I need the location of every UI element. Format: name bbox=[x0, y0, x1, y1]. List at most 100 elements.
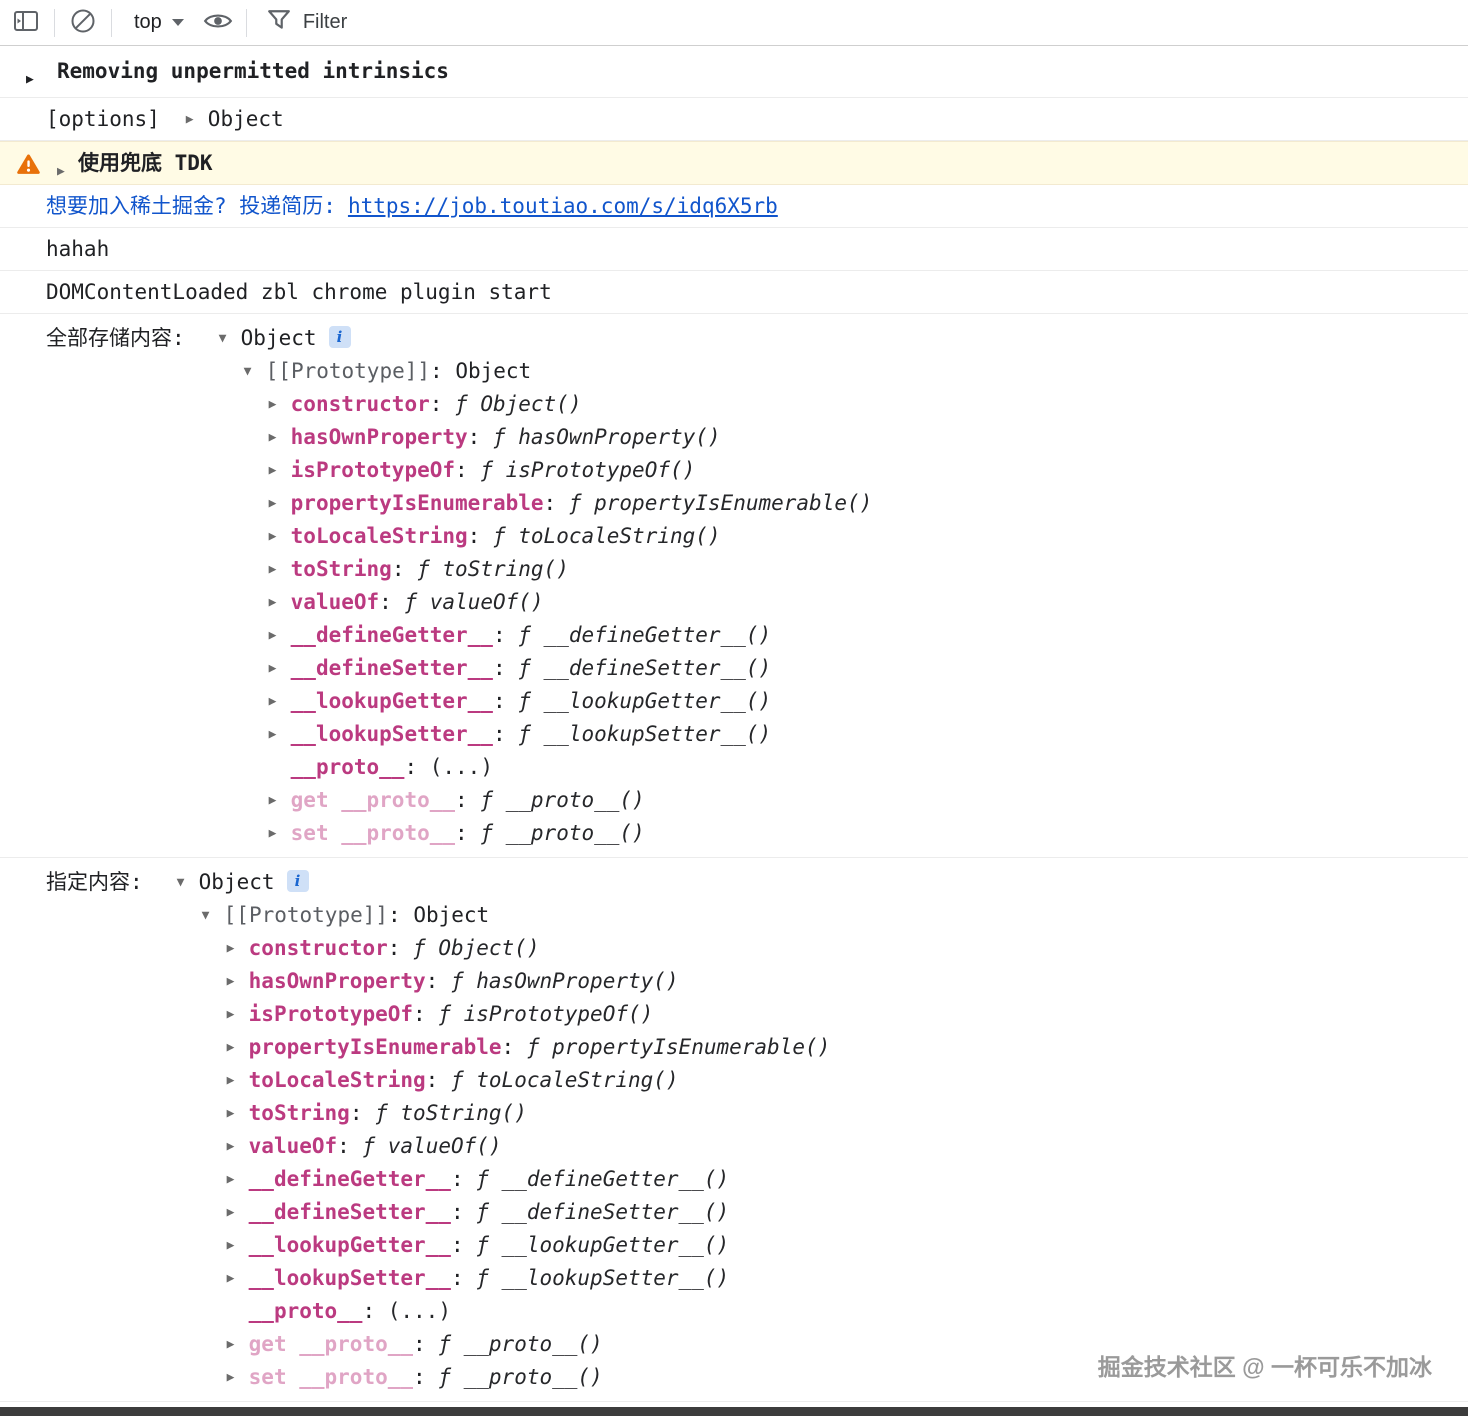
function-symbol: ƒ bbox=[404, 590, 429, 614]
object-property-row[interactable]: isPrototypeOf: ƒ isPrototypeOf() bbox=[227, 998, 831, 1031]
object-property-row[interactable]: toLocaleString: ƒ toLocaleString() bbox=[227, 1064, 831, 1097]
expand-arrow-icon[interactable] bbox=[227, 1197, 249, 1229]
function-symbol: ƒ bbox=[527, 1035, 552, 1059]
console-sidebar-toggle-button[interactable] bbox=[6, 4, 46, 42]
expand-arrow-icon[interactable] bbox=[269, 521, 291, 553]
object-property-row[interactable]: isPrototypeOf: ƒ isPrototypeOf() bbox=[269, 454, 873, 487]
object-property-row[interactable]: __proto__: ƒ (...) bbox=[227, 1295, 831, 1328]
toolbar-divider bbox=[54, 9, 55, 37]
object-property-row[interactable]: constructor: ƒ Object() bbox=[269, 388, 873, 421]
toolbar-divider bbox=[246, 9, 247, 37]
prototype-row[interactable]: [[Prototype]]: Object bbox=[244, 355, 873, 388]
expand-arrow-icon[interactable] bbox=[227, 1032, 249, 1064]
toolbar-divider bbox=[111, 9, 112, 37]
info-icon[interactable] bbox=[287, 870, 309, 892]
console-toolbar: top bbox=[0, 0, 1468, 46]
expand-arrow-icon[interactable] bbox=[227, 1098, 249, 1130]
function-symbol: ƒ bbox=[518, 656, 543, 680]
object-property-row[interactable]: set __proto__: ƒ __proto__() bbox=[227, 1361, 831, 1394]
console-message-storage-all: 全部存储内容: Object [[Prototype]]: Object con… bbox=[0, 314, 1468, 858]
console-message-log: hahah bbox=[0, 228, 1468, 271]
object-property-row[interactable]: __lookupGetter__: ƒ __lookupGetter__() bbox=[227, 1229, 831, 1262]
expand-arrow-icon[interactable] bbox=[227, 1131, 249, 1163]
console-warning-message[interactable]: 使用兜底 TDK bbox=[0, 141, 1468, 185]
function-symbol: ƒ bbox=[413, 936, 438, 960]
expand-arrow-icon[interactable] bbox=[269, 488, 291, 520]
log-text: DOMContentLoaded zbl chrome plugin start bbox=[46, 280, 552, 304]
function-symbol: ƒ bbox=[476, 1266, 501, 1290]
expand-arrow-icon[interactable] bbox=[227, 1230, 249, 1262]
object-property-row[interactable]: constructor: ƒ Object() bbox=[227, 932, 831, 965]
object-property-row[interactable]: set __proto__: ƒ __proto__() bbox=[269, 817, 873, 850]
collapse-arrow-icon[interactable] bbox=[202, 900, 224, 932]
info-icon[interactable] bbox=[329, 326, 351, 348]
object-property-row[interactable]: __proto__: ƒ (...) bbox=[269, 751, 873, 784]
expand-arrow-icon[interactable] bbox=[269, 389, 291, 421]
object-property-row[interactable]: valueOf: ƒ valueOf() bbox=[269, 586, 873, 619]
context-selector-dropdown[interactable]: top bbox=[120, 11, 198, 34]
collapse-arrow-icon[interactable] bbox=[219, 323, 241, 355]
expand-arrow-icon[interactable] bbox=[186, 106, 208, 133]
expand-arrow-icon[interactable] bbox=[227, 1263, 249, 1295]
object-property-row[interactable]: __lookupSetter__: ƒ __lookupSetter__() bbox=[227, 1262, 831, 1295]
object-property-row[interactable]: propertyIsEnumerable: ƒ propertyIsEnumer… bbox=[227, 1031, 831, 1064]
expand-arrow-icon[interactable] bbox=[227, 999, 249, 1031]
clear-console-icon bbox=[69, 7, 97, 38]
prototype-row[interactable]: [[Prototype]]: Object bbox=[202, 899, 831, 932]
object-preview[interactable]: Object bbox=[186, 107, 284, 131]
filter-input[interactable] bbox=[303, 11, 523, 34]
expand-arrow-icon[interactable] bbox=[269, 554, 291, 586]
object-property-row[interactable]: hasOwnProperty: ƒ hasOwnProperty() bbox=[269, 421, 873, 454]
expand-arrow-icon[interactable] bbox=[269, 785, 291, 817]
log-label: 指定内容: bbox=[46, 866, 143, 898]
collapse-arrow-icon[interactable] bbox=[244, 356, 266, 388]
object-property-row[interactable]: __lookupSetter__: ƒ __lookupSetter__() bbox=[269, 718, 873, 751]
eye-icon bbox=[203, 10, 233, 35]
collapse-arrow-icon[interactable] bbox=[177, 867, 199, 899]
live-expression-button[interactable] bbox=[198, 4, 238, 42]
expand-arrow-icon[interactable] bbox=[269, 620, 291, 652]
function-symbol: ƒ bbox=[518, 623, 543, 647]
object-property-row[interactable]: toString: ƒ toString() bbox=[227, 1097, 831, 1130]
object-property-row[interactable]: get __proto__: ƒ __proto__() bbox=[227, 1328, 831, 1361]
expand-arrow-icon[interactable] bbox=[57, 158, 79, 185]
expand-arrow-icon[interactable] bbox=[269, 455, 291, 487]
expand-arrow-icon[interactable] bbox=[227, 1065, 249, 1097]
expand-arrow-icon[interactable] bbox=[269, 653, 291, 685]
object-property-row[interactable]: __defineSetter__: ƒ __defineSetter__() bbox=[269, 652, 873, 685]
object-root-row[interactable]: Object bbox=[219, 322, 873, 355]
object-preview-label: Object bbox=[208, 107, 284, 131]
object-property-row[interactable]: toString: ƒ toString() bbox=[269, 553, 873, 586]
object-property-row[interactable]: get __proto__: ƒ __proto__() bbox=[269, 784, 873, 817]
object-property-row[interactable]: __defineGetter__: ƒ __defineGetter__() bbox=[227, 1163, 831, 1196]
expand-arrow-icon[interactable] bbox=[227, 1329, 249, 1361]
object-property-row[interactable]: valueOf: ƒ valueOf() bbox=[227, 1130, 831, 1163]
prototype-properties: constructor: ƒ Object() hasOwnProperty: … bbox=[202, 932, 831, 1394]
object-property-row[interactable]: propertyIsEnumerable: ƒ propertyIsEnumer… bbox=[269, 487, 873, 520]
expand-arrow-icon[interactable] bbox=[227, 1164, 249, 1196]
expand-arrow-icon[interactable] bbox=[269, 719, 291, 751]
chevron-down-icon bbox=[172, 19, 184, 26]
expand-arrow-icon[interactable] bbox=[269, 686, 291, 718]
object-property-row[interactable]: hasOwnProperty: ƒ hasOwnProperty() bbox=[227, 965, 831, 998]
function-symbol: ƒ bbox=[493, 524, 518, 548]
object-property-row[interactable]: __lookupGetter__: ƒ __lookupGetter__() bbox=[269, 685, 873, 718]
expand-arrow-icon[interactable] bbox=[26, 66, 48, 93]
function-symbol: ƒ bbox=[518, 689, 543, 713]
clear-console-button[interactable] bbox=[63, 4, 103, 42]
expand-arrow-icon[interactable] bbox=[227, 1362, 249, 1394]
console-group-message[interactable]: Removing unpermitted intrinsics bbox=[0, 46, 1468, 98]
object-root-row[interactable]: Object bbox=[177, 866, 831, 899]
expand-arrow-icon[interactable] bbox=[269, 422, 291, 454]
console-message-options: [options]Object bbox=[0, 98, 1468, 141]
expand-arrow-icon[interactable] bbox=[269, 818, 291, 850]
expand-arrow-icon[interactable] bbox=[227, 933, 249, 965]
object-property-row[interactable]: __defineSetter__: ƒ __defineSetter__() bbox=[227, 1196, 831, 1229]
prototype-properties: constructor: ƒ Object() hasOwnProperty: … bbox=[244, 388, 873, 850]
object-property-row[interactable]: toLocaleString: ƒ toLocaleString() bbox=[269, 520, 873, 553]
expand-arrow-icon[interactable] bbox=[227, 966, 249, 998]
function-symbol: ƒ bbox=[438, 1332, 463, 1356]
object-property-row[interactable]: __defineGetter__: ƒ __defineGetter__() bbox=[269, 619, 873, 652]
console-link[interactable]: https://job.toutiao.com/s/idq6X5rb bbox=[348, 194, 778, 218]
expand-arrow-icon[interactable] bbox=[269, 587, 291, 619]
